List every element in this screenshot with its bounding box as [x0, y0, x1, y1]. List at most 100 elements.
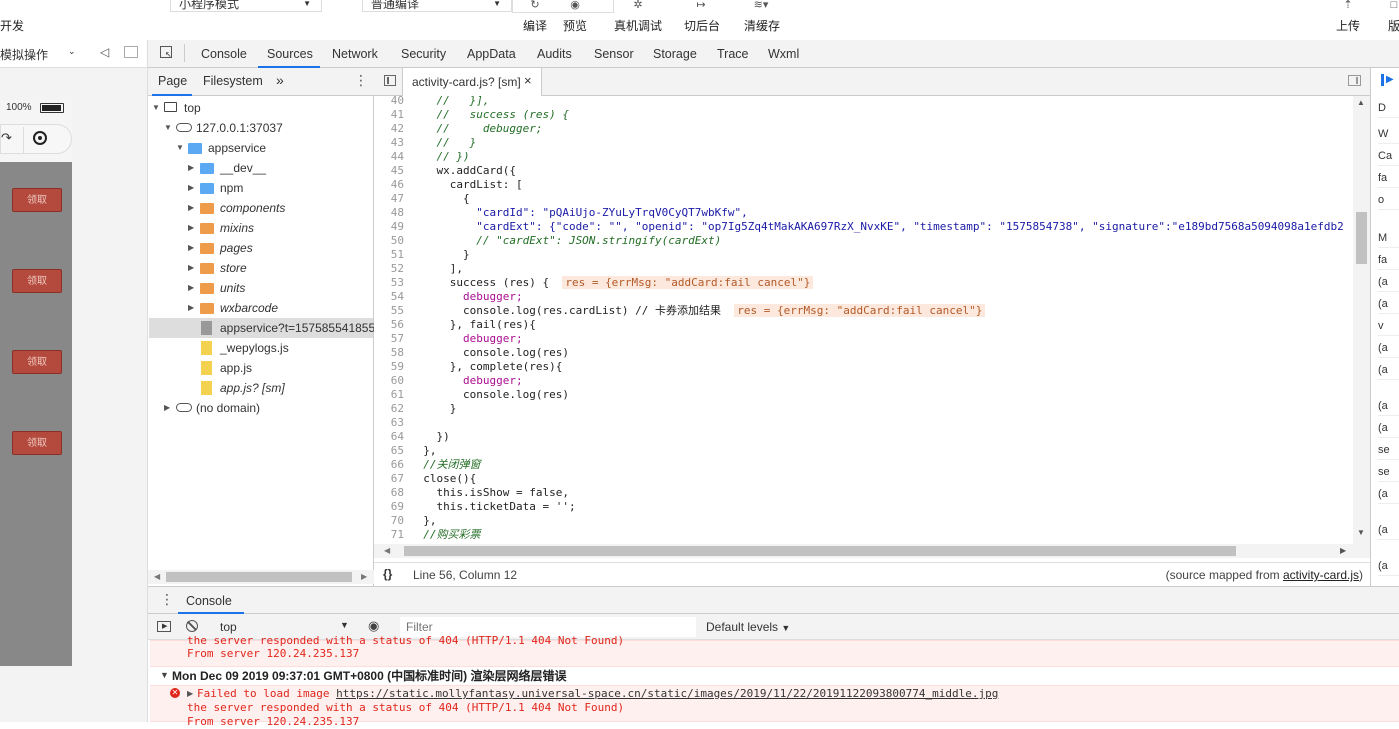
eye-icon[interactable]: ◉ [564, 0, 586, 12]
tab-console[interactable]: Console [201, 47, 247, 61]
line-number[interactable]: 62 [374, 402, 404, 416]
tab-storage[interactable]: Storage [653, 47, 697, 61]
preview-button[interactable]: 预览 [563, 17, 587, 34]
upload-button[interactable]: 上传 [1336, 17, 1360, 34]
refresh-icon[interactable]: ↻ [524, 0, 546, 12]
editor-file-tab[interactable]: activity-card.js? [sm] × [402, 68, 542, 96]
layers-icon[interactable]: ≋▾ [750, 0, 772, 12]
debugger-sidebar-row[interactable]: (a [1378, 520, 1399, 540]
debugger-sidebar-row[interactable]: (a [1378, 556, 1399, 576]
line-number[interactable]: 43 [374, 136, 404, 150]
scroll-left-icon[interactable]: ◀ [384, 546, 390, 555]
line-number[interactable]: 58 [374, 346, 404, 360]
tree-collapse-icon[interactable]: ▼ [176, 138, 184, 158]
debugger-sidebar-row[interactable]: fa [1378, 250, 1399, 270]
debugger-sidebar-row[interactable]: se [1378, 462, 1399, 482]
debugger-sidebar-row[interactable]: W [1378, 124, 1399, 144]
editor-vscroll-thumb[interactable] [1356, 212, 1367, 264]
line-number[interactable]: 61 [374, 388, 404, 402]
tree-expand-icon[interactable]: ▶ [188, 218, 194, 238]
claim-button[interactable]: 领取 [12, 188, 62, 212]
kebab-menu-icon[interactable]: ⋮ [354, 72, 368, 89]
tab-audits[interactable]: Audits [537, 47, 572, 61]
debugger-sidebar-row[interactable]: D [1378, 98, 1399, 118]
tab-wxml[interactable]: Wxml [768, 47, 799, 61]
debugger-sidebar-row[interactable]: Ca [1378, 146, 1399, 166]
tab-security[interactable]: Security [401, 47, 446, 61]
line-number[interactable]: 50 [374, 234, 404, 248]
tab-sensor[interactable]: Sensor [594, 47, 634, 61]
line-number[interactable]: 40 [374, 96, 404, 108]
bug-icon[interactable]: ✲ [627, 0, 649, 12]
line-number[interactable]: 54 [374, 290, 404, 304]
debugger-sidebar-row[interactable]: (a [1378, 294, 1399, 314]
line-number[interactable]: 41 [374, 108, 404, 122]
debugger-sidebar-row[interactable]: v [1378, 316, 1399, 336]
log-levels-select[interactable]: Default levels ▼ [706, 620, 790, 634]
line-number[interactable]: 64 [374, 430, 404, 444]
line-number[interactable]: 49 [374, 220, 404, 234]
group-expand-icon[interactable]: ▼ [160, 670, 169, 680]
debugger-sidebar-row[interactable]: o [1378, 190, 1399, 210]
line-number[interactable]: 45 [374, 164, 404, 178]
source-map-link[interactable]: activity-card.js [1283, 568, 1359, 582]
line-number[interactable]: 68 [374, 486, 404, 500]
clear-cache-button[interactable]: 清缓存 [744, 17, 780, 34]
line-number[interactable]: 46 [374, 178, 404, 192]
tree-expand-icon[interactable]: ▶ [188, 278, 194, 298]
version-icon[interactable]: □ [1383, 0, 1399, 12]
line-number[interactable]: 52 [374, 262, 404, 276]
debugger-sidebar-row[interactable]: fa [1378, 168, 1399, 188]
editor-vscrollbar[interactable]: ▲ ▼ [1353, 96, 1370, 544]
tree-collapse-icon[interactable]: ▼ [152, 98, 160, 118]
line-number[interactable]: 42 [374, 122, 404, 136]
tree-expand-icon[interactable]: ▶ [188, 178, 194, 198]
scroll-right-icon[interactable]: ▶ [361, 572, 367, 581]
close-mini-icon[interactable] [33, 131, 47, 145]
more-tabs-icon[interactable]: » [276, 72, 284, 88]
debugger-sidebar-row[interactable]: (a [1378, 418, 1399, 438]
navigator-hscroll-thumb[interactable] [166, 572, 352, 582]
tree-expand-icon[interactable]: ▶ [164, 398, 170, 418]
window-icon[interactable] [124, 46, 138, 58]
tab-filesystem[interactable]: Filesystem [203, 74, 263, 88]
tree-expand-icon[interactable]: ▶ [188, 158, 194, 178]
version-button[interactable]: 版 [1388, 17, 1399, 34]
upload-icon[interactable]: ⇡ [1337, 0, 1359, 12]
chevron-down-icon[interactable]: ⌄ [68, 46, 76, 57]
line-number[interactable]: 48 [374, 206, 404, 220]
eye-icon[interactable]: ◉ [368, 618, 379, 634]
resume-icon[interactable]: ▶ [1386, 74, 1394, 85]
line-number[interactable]: 67 [374, 472, 404, 486]
tab-appdata[interactable]: AppData [467, 47, 516, 61]
expand-icon[interactable]: ▶ [187, 689, 193, 698]
tree-collapse-icon[interactable]: ▼ [164, 118, 172, 138]
claim-button[interactable]: 领取 [12, 431, 62, 455]
line-number[interactable]: 71 [374, 528, 404, 542]
tab-sources[interactable]: Sources [267, 47, 313, 61]
line-number[interactable]: 55 [374, 304, 404, 318]
tree-expand-icon[interactable]: ▶ [188, 298, 194, 318]
line-number[interactable]: 65 [374, 444, 404, 458]
line-number[interactable]: 60 [374, 374, 404, 388]
drawer-menu-icon[interactable]: ⋮ [160, 591, 174, 608]
editor-hscroll-thumb[interactable] [404, 546, 1236, 556]
tree-expand-icon[interactable]: ▶ [188, 238, 194, 258]
tree-expand-icon[interactable]: ▶ [188, 198, 194, 218]
sidebar-toggle-icon[interactable]: ▶ [157, 621, 171, 632]
drawer-tab-console[interactable]: Console [186, 594, 232, 608]
line-number[interactable]: 66 [374, 458, 404, 472]
line-number[interactable]: 56 [374, 318, 404, 332]
speaker-icon[interactable]: ◁ [100, 45, 109, 59]
line-number[interactable]: 69 [374, 500, 404, 514]
code-editor[interactable]: 40 // }], 41 // success (res) {42 // debu… [374, 96, 1370, 544]
exit-icon[interactable]: ↦ [690, 0, 712, 12]
debugger-sidebar-row[interactable]: (a [1378, 338, 1399, 358]
claim-button[interactable]: 领取 [12, 350, 62, 374]
compile-select[interactable]: 普通编译 ▼ [362, 0, 512, 12]
debugger-sidebar-row[interactable]: (a [1378, 396, 1399, 416]
scroll-left-icon[interactable]: ◀ [154, 572, 160, 581]
line-number[interactable]: 59 [374, 360, 404, 374]
background-button[interactable]: 切后台 [684, 17, 720, 34]
tab-trace[interactable]: Trace [717, 47, 749, 61]
